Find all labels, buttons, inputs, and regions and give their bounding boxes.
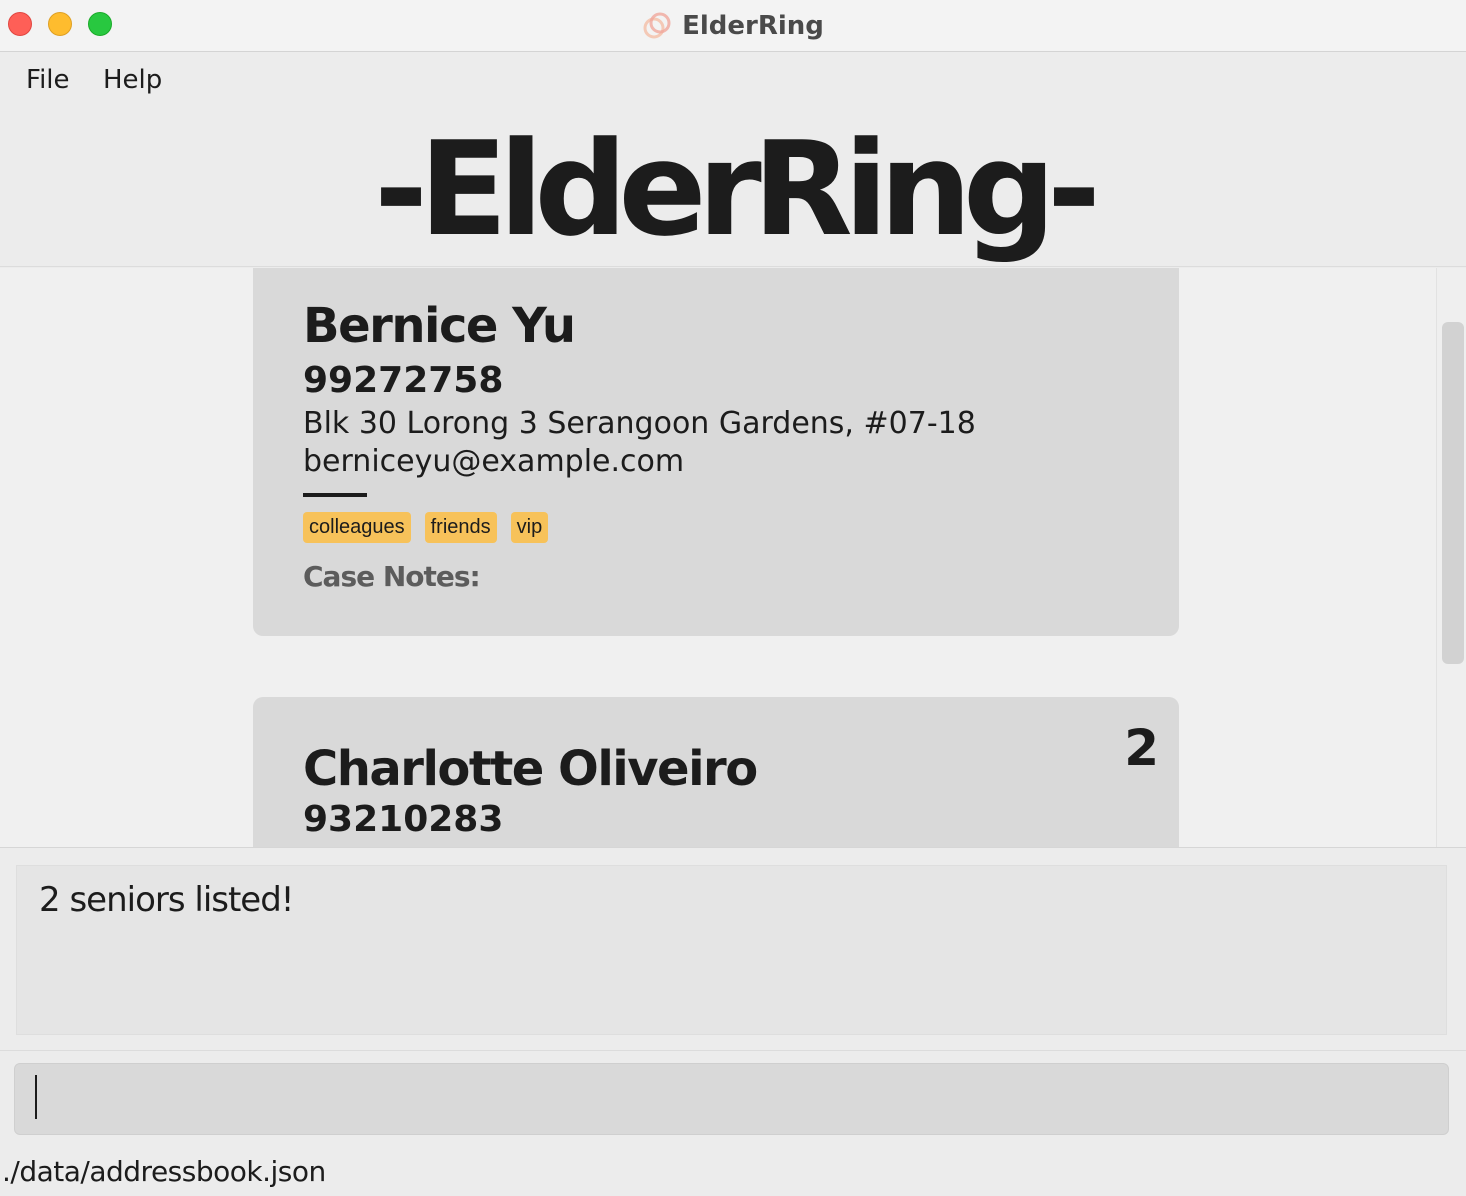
text-caret: [35, 1075, 37, 1119]
tag-badge: colleagues: [303, 512, 411, 543]
person-name: Charlotte Oliveiro: [303, 741, 758, 797]
person-list-panel[interactable]: 1 Bernice Yu 99272758 Blk 30 Lorong 3 Se…: [0, 268, 1466, 848]
interlocked-rings-icon: [643, 12, 671, 39]
menu-help[interactable]: Help: [103, 65, 162, 95]
case-notes-label: Case Notes:: [303, 560, 481, 593]
result-display-box[interactable]: 2 seniors listed!: [16, 865, 1447, 1035]
banner-title: -ElderRing-: [374, 113, 1101, 265]
result-message: 2 seniors listed!: [39, 880, 294, 920]
person-card[interactable]: 2 Charlotte Oliveiro 93210283: [253, 697, 1179, 847]
person-index: 2: [1124, 719, 1159, 777]
person-phone: 93210283: [303, 799, 504, 840]
tag-badge: vip: [510, 512, 549, 543]
tag-badge: friends: [424, 512, 497, 543]
card-divider: [303, 493, 367, 497]
list-scrollbar[interactable]: [1436, 268, 1466, 847]
tag-list: colleagues friends vip: [303, 512, 549, 543]
person-phone: 99272758: [303, 360, 504, 401]
person-address: Blk 30 Lorong 3 Serangoon Gardens, #07-1…: [303, 406, 976, 441]
command-box-panel: [0, 1050, 1466, 1146]
save-file-path: ./data/addressbook.json: [2, 1155, 326, 1188]
result-display-panel: 2 seniors listed!: [0, 849, 1466, 1049]
person-card[interactable]: 1 Bernice Yu 99272758 Blk 30 Lorong 3 Se…: [253, 268, 1179, 636]
menu-file[interactable]: File: [26, 65, 70, 95]
window-title-group: ElderRing: [0, 0, 1466, 52]
person-email: berniceyu@example.com: [303, 444, 685, 479]
window-title: ElderRing: [682, 11, 824, 41]
command-input[interactable]: [14, 1063, 1449, 1135]
person-name: Bernice Yu: [303, 298, 576, 354]
app-window: ElderRing File Help -ElderRing- 1 Bernic…: [0, 0, 1466, 1196]
app-banner: -ElderRing-: [0, 111, 1466, 267]
title-bar: ElderRing: [0, 0, 1466, 52]
menu-bar: File Help: [0, 53, 1466, 111]
status-bar: ./data/addressbook.json: [0, 1147, 1466, 1196]
scrollbar-thumb[interactable]: [1442, 322, 1464, 664]
